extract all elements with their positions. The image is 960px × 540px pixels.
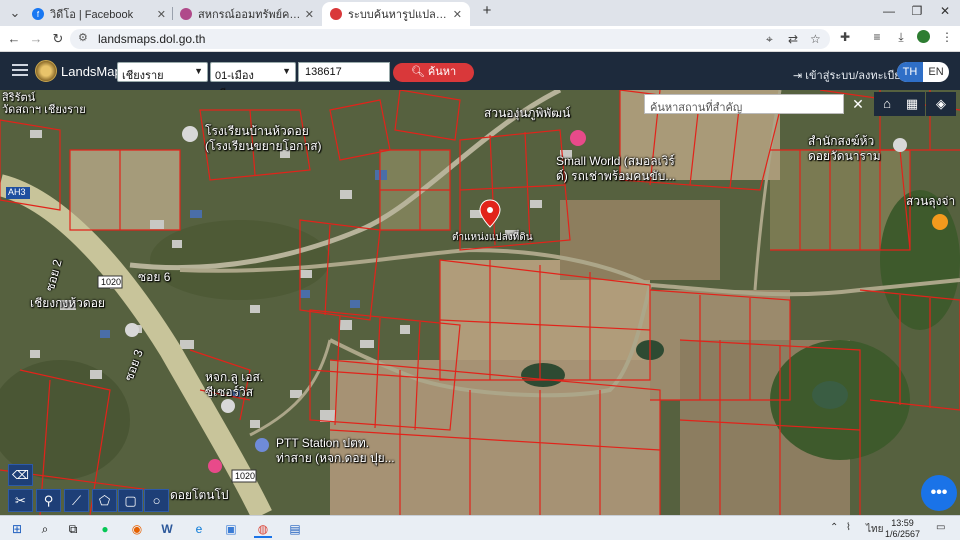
start-icon[interactable]: ⊞ [8, 520, 26, 538]
tab-search-icon[interactable]: ⌄ [6, 4, 24, 22]
maximize-button[interactable]: ❐ [902, 4, 932, 18]
tab-label: สหกรณ์ออมทรัพย์ครูเชียงราย จำกัด [198, 9, 301, 21]
notification-icon[interactable]: ▭ [936, 522, 945, 533]
home-icon[interactable]: ⌂ [874, 92, 900, 116]
close-icon[interactable]: ✕ [848, 94, 868, 114]
line-app-icon[interactable]: ● [96, 520, 114, 538]
close-tab-icon[interactable]: ✕ [305, 8, 314, 21]
circle-tool-icon[interactable]: ○ [144, 489, 169, 512]
dol-logo [35, 60, 57, 82]
map-label-ptt-station[interactable]: PTT Station ปตท. ท่าสาย (หจก.ดอย ปุย... [276, 436, 395, 466]
place-search-input[interactable]: ค้นหาสถานที่สำคัญ [644, 94, 844, 114]
chrome-icon[interactable]: ◍ [254, 520, 272, 538]
chevron-down-icon: ▼ [282, 66, 291, 76]
map-label-school[interactable]: โรงเรียนบ้านห้วดอย (โรงเรียนขยายโอกาส) [205, 124, 322, 154]
map-label-topleft: สิริรัตน์ วัดสถาฯ เชียงราย [2, 92, 86, 116]
road-shield-1020: 1020 [101, 277, 122, 287]
back-arrow-icon[interactable]: ← [5, 30, 23, 48]
polyline-tool-icon[interactable]: ⟋ [64, 489, 89, 512]
pin-tool-icon[interactable]: ⚲ [36, 489, 61, 512]
map-label-monastery[interactable]: สำนักสงฆ์ห้ว ดอยวัดนาราม [808, 134, 881, 164]
login-label: เข้าสู่ระบบ/ลงทะเบียน [805, 70, 909, 82]
parcel-number-input[interactable]: 138617 [298, 62, 390, 82]
map-label-parcel-location: ตำแหน่งแปลงที่ดิน [452, 232, 533, 243]
map-label-garden2[interactable]: สวนลุงจ่า [906, 192, 955, 211]
playlist-icon[interactable]: ≡ [868, 30, 886, 44]
search-button-label: ค้นหา [427, 66, 457, 78]
grid-icon[interactable]: ▦ [899, 92, 925, 116]
map-canvas[interactable]: สิริรัตน์ วัดสถาฯ เชียงราย โรงเรียนบ้านห… [0, 90, 960, 515]
reload-icon[interactable]: ↻ [49, 30, 67, 48]
clock-time: 13:59 [891, 518, 914, 528]
lang-th-button[interactable]: TH [897, 62, 923, 82]
word-icon[interactable]: W [158, 520, 176, 538]
close-tab-icon[interactable]: ✕ [157, 8, 166, 21]
task-view-icon[interactable]: ⧉ [64, 520, 82, 538]
windows-taskbar: ⊞ ⌕ ⧉ ● ◉ W e ▣ ◍ ▤ ⌃ ⌇ ไทย 13:59 1/6/25… [0, 515, 960, 540]
url-text: landsmaps.dol.go.th [98, 32, 206, 46]
extensions-icon[interactable]: ✚ [836, 30, 854, 44]
measure-tool-icon[interactable]: ✂ [8, 489, 33, 512]
browser-menu-icon[interactable]: ⋮ [938, 30, 956, 44]
firefox-icon[interactable]: ◉ [128, 520, 146, 538]
download-icon[interactable]: ⤓ [892, 30, 910, 45]
district-select[interactable]: 01-เมืองเชียงราย ▼ [210, 62, 296, 100]
polygon-tool-icon[interactable]: ⬠ [92, 489, 117, 512]
chevron-down-icon: ▼ [194, 66, 203, 76]
app-icon[interactable]: ▤ [286, 520, 304, 538]
map-label-small-world[interactable]: Small World (สมอลเวิร์ ด์) รถเช่าพร้อมคน… [556, 154, 675, 184]
language-toggle[interactable]: TH EN [897, 62, 949, 82]
minimize-button[interactable]: — [874, 4, 904, 18]
new-tab-button[interactable]: + [472, 2, 502, 19]
edge-icon[interactable]: e [190, 520, 208, 538]
translate-icon[interactable]: ⇄ [788, 32, 798, 46]
rectangle-tool-icon[interactable]: ▢ [118, 489, 143, 512]
map-label-hotel[interactable]: หจก.ลู เอส. ซีเซอร์วิส [205, 370, 263, 400]
close-window-button[interactable]: ✕ [930, 4, 960, 18]
tray-chevron-icon[interactable]: ⌃ [830, 522, 838, 533]
hamburger-menu-icon[interactable] [12, 64, 28, 76]
clock-date: 1/6/2567 [885, 529, 921, 539]
bookmark-star-icon[interactable]: ☆ [810, 32, 821, 46]
close-tab-icon[interactable]: ✕ [453, 8, 462, 21]
eraser-icon[interactable]: ⌫ [8, 464, 33, 486]
map-label-soi6: ซอย 6 [138, 270, 171, 284]
address-bar[interactable]: ⚙ landsmaps.dol.go.th ⌖ ⇄ ☆ [70, 29, 830, 49]
search-icon: 🔍︎ [410, 66, 425, 78]
province-value: เชียงราย [122, 70, 164, 82]
province-select[interactable]: เชียงราย ▼ [117, 62, 208, 82]
tab-label: ระบบค้นหารูปแปลงที่ดิน (LandsMaps) [348, 9, 449, 21]
file-explorer-icon[interactable]: ▣ [222, 520, 240, 538]
coop-icon [180, 8, 192, 20]
login-icon: ⇥ [793, 70, 803, 82]
chat-button[interactable]: ••• [921, 475, 957, 511]
layers-icon[interactable]: ◈ [926, 92, 956, 116]
map-pin-icon [330, 8, 342, 20]
road-shield-1020-south: 1020 [235, 471, 256, 481]
lang-en-button[interactable]: EN [923, 62, 949, 82]
map-label-store[interactable]: เชียงกงห้วดอย [30, 294, 105, 313]
tab-label: วิดีโอ | Facebook [50, 9, 134, 21]
login-link[interactable]: ⇥ เข้าสู่ระบบ/ลงทะเบียน [793, 66, 908, 84]
map-label-grape-garden[interactable]: สวนองุ่นภูพิพัฒน์ [484, 104, 570, 123]
search-icon[interactable]: ⌕ [36, 520, 54, 538]
clock[interactable]: 13:59 1/6/2567 [885, 518, 920, 540]
map-label-doi-tai[interactable]: ดอยโตนโป [170, 486, 229, 505]
site-info-icon[interactable]: ⚙ [78, 31, 88, 44]
tab-facebook[interactable]: f วิดีโอ | Facebook ✕ [24, 2, 174, 26]
browser-toolbar: ← → ↻ ⚙ landsmaps.dol.go.th ⌖ ⇄ ☆ ✚ ≡ ⤓ … [0, 26, 960, 52]
lang-indicator[interactable]: ไทย [866, 522, 883, 537]
tab-coop[interactable]: สหกรณ์ออมทรัพย์ครูเชียงราย จำกัด ✕ [172, 2, 322, 26]
app-header: LandsMaps เชียงราย ▼ 01-เมืองเชียงราย ▼ … [0, 52, 960, 100]
search-button[interactable]: 🔍︎ ค้นหา [393, 63, 474, 82]
tab-landsmaps[interactable]: ระบบค้นหารูปแปลงที่ดิน (LandsMaps) ✕ [322, 2, 470, 26]
road-shield-ah3: AH3 [8, 187, 26, 197]
browser-tab-strip: ⌄ f วิดีโอ | Facebook ✕ สหกรณ์ออมทรัพย์ค… [0, 0, 960, 26]
network-icon[interactable]: ⌇ [846, 522, 851, 533]
facebook-icon: f [32, 8, 44, 20]
location-icon[interactable]: ⌖ [766, 32, 773, 47]
profile-avatar-icon[interactable] [914, 30, 932, 46]
forward-arrow-icon[interactable]: → [27, 30, 45, 48]
